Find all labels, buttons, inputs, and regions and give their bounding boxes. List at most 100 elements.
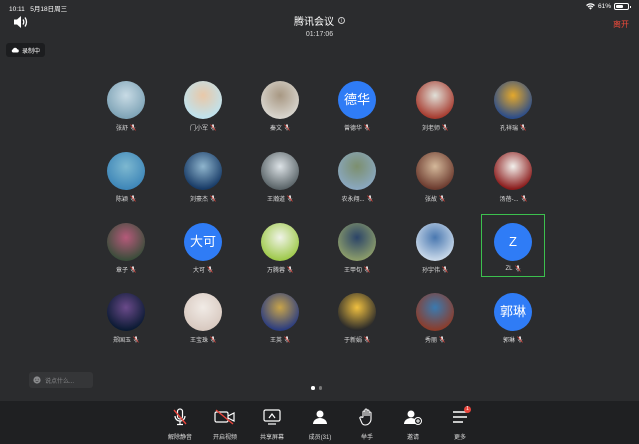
participant-tile[interactable]: 孔祥瑞 [478,81,548,141]
participant-name-row: 王瀚道 [245,194,315,203]
participant-tile[interactable]: 王英 [245,293,315,353]
participant-avatar [338,152,376,190]
title-block: 腾讯会议 i 01:17:06 [0,12,639,38]
participant-tile[interactable]: 陈颖 [91,152,161,212]
participant-tile[interactable]: 章子 [91,223,161,283]
participant-avatar [338,293,376,331]
participant-tile[interactable]: 大可 大可 [168,223,238,283]
participant-name-row: 王甲旬 [322,265,392,274]
participant-avatar [107,293,145,331]
participant-tile[interactable]: 王宝珠 [168,293,238,353]
cloud-icon [11,47,19,53]
leave-button[interactable]: 离开 [613,19,629,30]
participant-name: 农永翔... [341,197,365,203]
active-speaker-frame [481,214,545,277]
participant-name: 孔祥瑞 [499,126,518,132]
mic-muted-icon [284,124,290,131]
mic-muted-icon [442,266,448,273]
participant-name: 秀丽 [424,338,437,344]
invite-label: 邀请 [406,435,419,441]
participant-name-row: 郑国玉 [91,335,161,344]
participant-tile[interactable]: 郑国玉 [91,293,161,353]
mic-muted-icon [287,195,293,202]
participant-tile[interactable]: 于新娟 [322,293,392,353]
participant-name-row: 曾德华 [322,123,392,132]
participant-name: 张舒 [115,126,128,132]
share-screen-label: 共享屏幕 [259,435,284,441]
page-dot[interactable] [318,386,322,390]
participant-tile[interactable]: 张舒 [91,81,161,141]
meeting-title[interactable]: 腾讯会议 i [294,13,345,28]
mic-muted-icon [130,124,136,131]
participant-name-row: 王英 [245,335,315,344]
participant-avatar: 德华 [338,81,376,119]
participant-name: 王宝珠 [189,338,208,344]
meeting-timer: 01:17:06 [305,31,334,38]
participant-name-row: 孙宇伟 [400,265,470,274]
more-button[interactable]: 1 更多 [440,406,480,441]
participant-name: 张故 [424,197,437,203]
unmute-label: 解除静音 [167,435,192,441]
mic-muted-icon [439,195,445,202]
members-button[interactable]: 成员(31) [300,407,340,441]
hand-icon [359,408,372,426]
start-video-button[interactable]: 开启视频 [205,407,245,441]
participant-name: 章子 [115,268,128,274]
meeting-title-text: 腾讯会议 [294,17,334,28]
participant-name: 王英 [269,338,282,344]
mic-muted-icon [442,124,448,131]
participant-name-row: 王宝珠 [168,335,238,344]
battery-icon [614,3,631,10]
participant-avatar [416,152,454,190]
info-icon[interactable]: i [338,17,345,24]
chat-input[interactable]: 说点什么... [29,372,93,388]
invite-button[interactable]: 邀请 [393,407,433,441]
mic-muted-icon [366,195,373,202]
mic-muted-icon [364,336,370,343]
participant-avatar: 郭琳 [494,293,532,331]
participant-tile[interactable]: 刘豪杰 [168,152,238,212]
participant-tile[interactable]: 农永翔... [322,152,392,212]
participant-name-row: 于新娟 [322,335,392,344]
raise-hand-button[interactable]: 举手 [347,407,387,441]
unmute-button[interactable]: 解除静音 [160,407,200,441]
participant-tile[interactable]: 孙宇伟 [400,223,470,283]
participant-avatar [107,152,145,190]
participant-name: 王瀚道 [266,197,285,203]
mic-muted-icon [520,124,526,131]
mic-muted-icon [287,266,293,273]
participant-tile[interactable]: 汤蓓-... [478,152,548,212]
participant-avatar [261,152,299,190]
participant-tile[interactable]: 刘老师 [400,81,470,141]
participant-tile[interactable]: 张故 [400,152,470,212]
mic-muted-icon [364,266,370,273]
mic-muted-icon [364,124,370,131]
participant-name: 秦文 [269,126,282,132]
participant-tile[interactable]: 秦文 [245,81,315,141]
share-screen-button[interactable]: 共享屏幕 [252,407,292,441]
participant-tile[interactable]: 王甲旬 [322,223,392,283]
meeting-header: 腾讯会议 i 01:17:06 离开 [0,12,639,38]
mic-muted-icon [207,266,213,273]
participant-tile[interactable]: 郭琳 郭琳 [478,293,548,353]
participant-name-row: 陈颖 [91,194,161,203]
page-dot-active[interactable] [311,386,315,390]
recording-badge[interactable]: 录制中 [6,43,46,57]
participant-tile[interactable]: 秀丽 [400,293,470,353]
more-label: 更多 [453,435,466,441]
participant-name: 汤蓓-... [499,197,519,203]
participant-tile[interactable]: 王瀚道 [245,152,315,212]
participant-name: 大可 [192,268,205,274]
participant-tile[interactable]: 德华 曾德华 [322,81,392,141]
participant-tile[interactable]: 门小军 [168,81,238,141]
participant-name-row: 章子 [91,265,161,274]
video-off-icon [214,409,235,425]
participant-name: 孙宇伟 [421,268,440,274]
members-label: 成员(31) [308,435,332,441]
page-indicator [311,386,322,390]
status-bar: 10:11 5月18日周三 61% [0,0,639,13]
participant-tile[interactable]: 万腾蓉 [245,223,315,283]
emoji-icon[interactable] [33,376,41,384]
participant-name-row: 汤蓓-... [478,194,548,203]
participant-name-row: 门小军 [168,123,238,132]
